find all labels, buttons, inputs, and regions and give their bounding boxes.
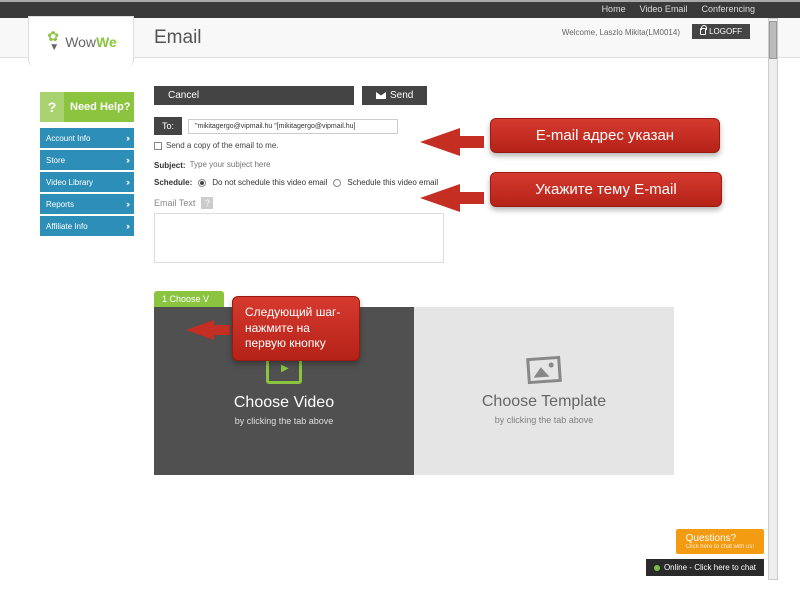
sidebar-item-reports[interactable]: Reports ››	[40, 194, 134, 214]
top-nav: Home Video Email Conferencing	[602, 4, 755, 14]
email-text-label: Email Text	[154, 198, 195, 208]
radio-schedule[interactable]	[333, 179, 341, 187]
online-dot-icon	[654, 565, 660, 571]
help-tooltip-icon[interactable]: ?	[201, 197, 213, 209]
arrow-icon	[420, 184, 460, 212]
to-label: To:	[154, 117, 182, 135]
logoff-label: LOGOFF	[709, 27, 742, 36]
chevron-right-icon: ››	[126, 155, 128, 165]
chevron-right-icon: ››	[126, 199, 128, 209]
arrow-icon	[420, 128, 460, 156]
questions-label: Questions?	[686, 533, 737, 544]
step-1-tab[interactable]: 1 Choose V	[154, 291, 224, 307]
callout-email-specified: E-mail адрес указан	[490, 118, 720, 153]
envelope-icon	[376, 92, 386, 99]
scroll-thumb[interactable]	[769, 21, 777, 59]
scrollbar[interactable]	[768, 18, 778, 580]
nav-conferencing[interactable]: Conferencing	[701, 4, 755, 14]
to-input[interactable]: "mikitagergo@vipmail.hu "[mikitagergo@vi…	[188, 119, 398, 134]
sidebar-item-label: Affiliate Info	[46, 222, 88, 231]
sidebar-item-label: Video Library	[46, 178, 93, 187]
callout-next-step: Следующий шаг- нажмите на первую кнопку	[232, 296, 360, 361]
page-title: Email	[154, 27, 202, 49]
sidebar-item-store[interactable]: Store ››	[40, 150, 134, 170]
logo-icon	[45, 30, 63, 54]
logo-text: WowWe	[65, 34, 117, 50]
logo[interactable]: WowWe	[28, 16, 134, 66]
nav-video-email[interactable]: Video Email	[640, 4, 688, 14]
choose-template-title: Choose Template	[482, 393, 606, 411]
arrow-icon	[186, 320, 214, 340]
callout-specify-subject: Укажите тему E-mail	[490, 172, 722, 207]
sidebar-item-label: Account Info	[46, 134, 90, 143]
chevron-right-icon: ››	[126, 177, 128, 187]
cancel-button[interactable]: Cancel	[154, 86, 354, 105]
subject-input[interactable]	[190, 160, 330, 170]
help-icon: ?	[40, 92, 64, 122]
choose-video-title: Choose Video	[234, 394, 334, 412]
choose-video-sub: by clicking the tab above	[235, 416, 334, 426]
welcome-text: Welcome, Laszlo Mikita(LM0014)	[562, 28, 680, 37]
toolbar: Cancel Send	[154, 86, 714, 105]
questions-widget[interactable]: Questions? Click here to chat with us!	[676, 529, 764, 554]
questions-sub: Click here to chat with us!	[686, 544, 754, 550]
chat-label: Online - Click here to chat	[664, 563, 756, 572]
sidebar-item-video-library[interactable]: Video Library ››	[40, 172, 134, 192]
sidebar-item-account[interactable]: Account Info ››	[40, 128, 134, 148]
checkbox-icon[interactable]	[154, 142, 162, 150]
send-label: Send	[390, 90, 413, 101]
help-label: Need Help?	[70, 101, 131, 113]
sidebar-item-label: Store	[46, 156, 65, 165]
need-help-button[interactable]: ? Need Help?	[40, 92, 134, 122]
subject-row: Subject:	[154, 160, 714, 170]
choose-template-sub: by clicking the tab above	[495, 415, 594, 425]
schedule-label: Schedule:	[154, 178, 192, 187]
chevron-right-icon: ››	[126, 133, 128, 143]
send-copy-label: Send a copy of the email to me.	[166, 141, 279, 150]
logoff-button[interactable]: LOGOFF	[692, 24, 750, 39]
choose-template-panel[interactable]: Choose Template by clicking the tab abov…	[414, 307, 674, 475]
nav-home[interactable]: Home	[602, 4, 626, 14]
send-button[interactable]: Send	[362, 86, 427, 105]
radio-no-schedule[interactable]	[198, 179, 206, 187]
subject-label: Subject:	[154, 161, 186, 170]
schedule-no-label: Do not schedule this video email	[212, 178, 327, 187]
chevron-right-icon: ››	[126, 221, 128, 231]
image-icon	[526, 356, 562, 384]
sidebar-item-affiliate[interactable]: Affiliate Info ››	[40, 216, 134, 236]
email-text-input[interactable]	[154, 213, 444, 263]
sidebar-item-label: Reports	[46, 200, 74, 209]
lock-icon	[700, 28, 706, 35]
chat-widget[interactable]: Online - Click here to chat	[646, 559, 764, 576]
sidebar: ? Need Help? Account Info ›› Store ›› Vide…	[40, 92, 134, 238]
